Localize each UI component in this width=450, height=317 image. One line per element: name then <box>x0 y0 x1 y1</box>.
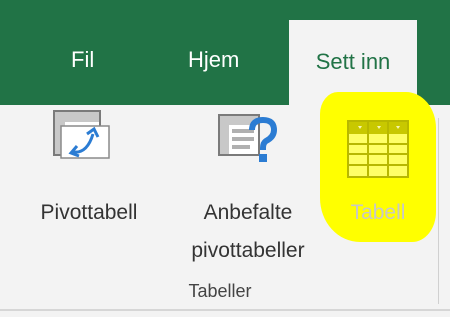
tab-sett-inn-label: Sett inn <box>315 49 391 74</box>
recommended-pivot-tables-icon <box>218 114 278 164</box>
recommended-pivottables-button[interactable]: Anbefalte pivottabeller <box>160 110 336 280</box>
recommended-pivottables-label-line1: Anbefalte <box>203 201 293 224</box>
pivot-table-icon <box>53 110 111 160</box>
group-label-tabeller: Tabeller <box>188 281 252 301</box>
tab-fil[interactable]: Fil <box>71 40 94 80</box>
table-label: Tabell <box>350 201 406 224</box>
ribbon-bottom-border <box>0 309 450 311</box>
table-button[interactable]: Tabell <box>320 92 436 242</box>
pivottable-label: Pivottabell <box>40 201 138 224</box>
table-icon <box>347 120 409 178</box>
group-separator <box>438 118 439 304</box>
pivottable-button[interactable]: Pivottabell <box>16 110 162 240</box>
tab-hjem[interactable]: Hjem <box>188 40 239 80</box>
recommended-pivottables-label-line2: pivottabeller <box>191 239 305 262</box>
